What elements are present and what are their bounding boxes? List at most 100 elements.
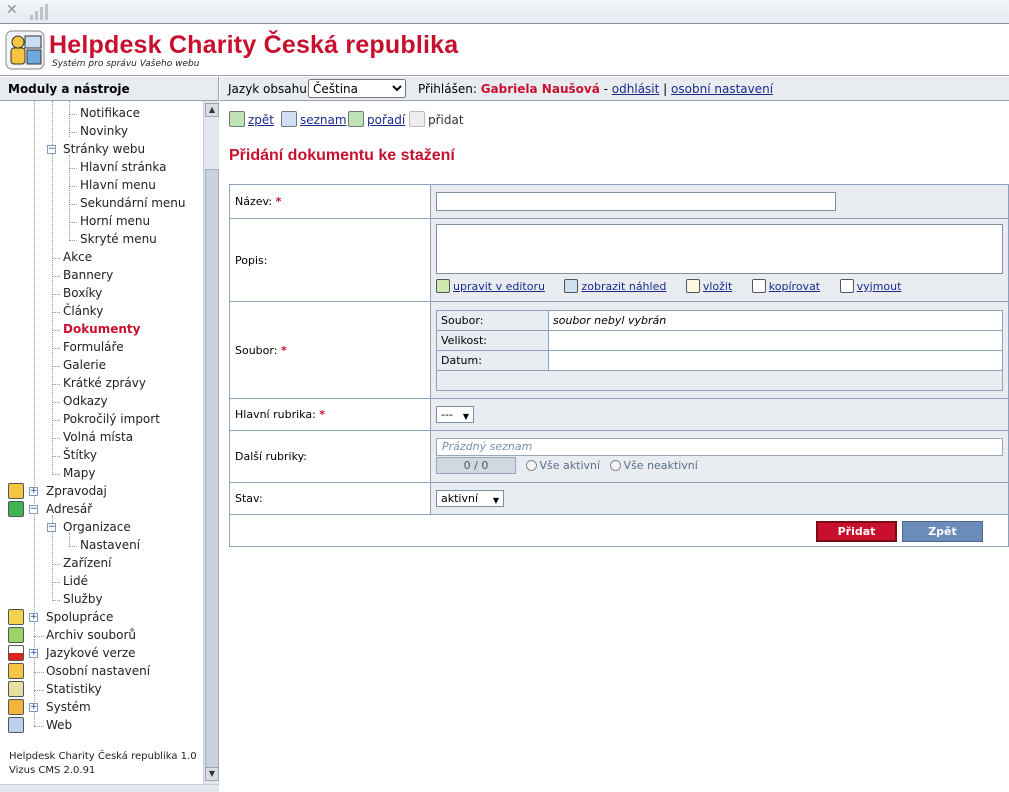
sidebar-item-sluzby[interactable]: Služby [63, 590, 103, 608]
file-label-cell: Soubor: * [229, 301, 431, 399]
arrow-left-icon [229, 111, 245, 127]
date-value [548, 349, 1003, 371]
sidebar-item-lide[interactable]: Lidé [63, 572, 88, 590]
chevron-down-icon: ▼ [492, 496, 499, 505]
sidebar-item-adresar[interactable]: Adresář [46, 500, 92, 518]
sidebar-item-novinky[interactable]: Novinky [80, 122, 128, 140]
list-tool[interactable]: seznam [281, 111, 347, 129]
user-settings-icon [8, 663, 24, 679]
insert-link[interactable]: vložit [703, 280, 732, 293]
sidebar-item-bannery[interactable]: Bannery [63, 266, 113, 284]
categories-listbox[interactable]: Prázdný seznam [436, 438, 1003, 456]
order-link[interactable]: pořadí [367, 113, 405, 127]
sidebar-item-boxiky[interactable]: Boxíky [63, 284, 102, 302]
list-link[interactable]: seznam [300, 113, 347, 127]
expand-toggle-icon[interactable]: + [29, 613, 38, 622]
sidebar-item-organizace[interactable]: Organizace [63, 518, 131, 536]
back-link[interactable]: zpět [248, 113, 274, 127]
sidebar-item-osobni-nastaveni[interactable]: Osobní nastavení [46, 662, 150, 680]
sidebar-item-archiv-souboru[interactable]: Archiv souborů [46, 626, 136, 644]
login-info: Přihlášen: Gabriela Naušová - odhlásit |… [418, 82, 773, 96]
file-upload-area[interactable] [436, 369, 1003, 391]
close-icon[interactable]: ✕ [6, 2, 18, 18]
editor-links: upravit v editoru zobrazit náhled vložit… [436, 278, 1003, 296]
scroll-down-icon[interactable]: ▼ [205, 767, 219, 781]
other-categories-label: Další rubriky: [235, 450, 307, 463]
sidebar-item-akce[interactable]: Akce [63, 248, 92, 266]
state-label: Stav: [235, 492, 263, 505]
file-info-table: Soubor: soubor nebyl vybrán Velikost: Da… [436, 309, 1003, 391]
show-preview-link[interactable]: zobrazit náhled [581, 280, 666, 293]
order-tool[interactable]: pořadí [348, 111, 405, 129]
sidebar-item-zarizeni[interactable]: Zařízení [63, 554, 111, 572]
size-label: Velikost: [436, 329, 549, 351]
file-status: soubor nebyl vybrán [548, 309, 1003, 331]
required-mark: * [319, 408, 326, 421]
name-label-cell: Název: * [229, 184, 431, 219]
sidebar-item-kratke-zpravy[interactable]: Krátké zprávy [63, 374, 146, 392]
statistics-icon [8, 681, 24, 697]
content-topbar: Jazyk obsahu: Čeština Přihlášen: Gabriel… [220, 77, 1009, 101]
sidebar-item-galerie[interactable]: Galerie [63, 356, 106, 374]
sidebar-item-dokumenty[interactable]: Dokumenty [63, 320, 140, 338]
sidebar-item-volna-mista[interactable]: Volná místa [63, 428, 133, 446]
personal-settings-link[interactable]: osobní nastavení [671, 82, 773, 96]
state-select[interactable]: aktivní ▼ [436, 490, 504, 507]
sidebar-item-stranky-webu[interactable]: Stránky webu [63, 140, 145, 158]
copy-link[interactable]: kopírovat [769, 280, 820, 293]
other-categories-field-cell: Prázdný seznam 0 / 0 Vše aktivní Vše nea… [430, 430, 1009, 483]
sidebar-item-statistiky[interactable]: Statistiky [46, 680, 102, 698]
logout-link[interactable]: odhlásit [612, 82, 660, 96]
required-mark: * [275, 195, 282, 208]
back-tool[interactable]: zpět [229, 111, 274, 129]
expand-toggle-icon[interactable]: + [29, 649, 38, 658]
sidebar-item-stitky[interactable]: Štítky [63, 446, 97, 464]
main-category-label: Hlavní rubrika: [235, 408, 316, 421]
sidebar-item-mapy[interactable]: Mapy [63, 464, 95, 482]
all-active-label: Vše aktivní [539, 459, 601, 472]
sidebar-item-zpravodaj[interactable]: Zpravodaj [46, 482, 107, 500]
cooperation-icon [8, 609, 24, 625]
required-mark: * [280, 343, 287, 357]
window-toolbar: ✕ [0, 0, 1009, 24]
expand-toggle-icon[interactable]: + [29, 487, 38, 496]
all-active-radio[interactable] [525, 460, 537, 471]
name-input[interactable] [436, 192, 836, 211]
sidebar-item-skryte-menu[interactable]: Skryté menu [80, 230, 157, 248]
sidebar-item-formulare[interactable]: Formuláře [63, 338, 124, 356]
sort-arrows-icon [348, 111, 364, 127]
sidebar-item-hlavni-menu[interactable]: Hlavní menu [80, 176, 156, 194]
sidebar-item-web[interactable]: Web [46, 716, 72, 734]
sidebar-item-clanky[interactable]: Články [63, 302, 103, 320]
sidebar-horizontal-scrollbar[interactable] [0, 784, 219, 792]
sidebar-item-notifikace[interactable]: Notifikace [80, 104, 140, 122]
language-select[interactable]: Čeština [308, 79, 406, 98]
sidebar-item-odkazy[interactable]: Odkazy [63, 392, 108, 410]
scrollbar-thumb[interactable] [205, 169, 219, 769]
all-inactive-radio[interactable] [609, 460, 621, 471]
sidebar-item-jazykove-verze[interactable]: Jazykové verze [46, 644, 136, 662]
file-field-cell: Soubor: soubor nebyl vybrán Velikost: Da… [430, 301, 1009, 399]
separator-pipe: | [663, 82, 668, 96]
sidebar-item-hlavni-stranka[interactable]: Hlavní stránka [80, 158, 167, 176]
sidebar-item-sekundarni-menu[interactable]: Sekundární menu [80, 194, 186, 212]
collapse-toggle-icon[interactable]: − [47, 523, 56, 532]
language-flag-icon [8, 645, 24, 661]
sidebar-item-pokrocily-import[interactable]: Pokročilý import [63, 410, 160, 428]
sidebar-item-nastaveni[interactable]: Nastavení [80, 536, 140, 554]
sidebar-item-system[interactable]: Systém [46, 698, 91, 716]
edit-in-editor-link[interactable]: upravit v editoru [453, 280, 545, 293]
collapse-toggle-icon[interactable]: − [47, 145, 56, 154]
expand-toggle-icon[interactable]: + [29, 703, 38, 712]
copy-icon [751, 279, 766, 293]
scroll-up-icon[interactable]: ▲ [205, 103, 219, 117]
main-category-select[interactable]: --- ▼ [436, 406, 474, 423]
sidebar-scrollbar[interactable]: ▲ ▼ [203, 101, 219, 784]
add-button[interactable]: Přidat [816, 521, 897, 542]
description-textarea[interactable] [436, 224, 1003, 274]
sidebar-item-spoluprace[interactable]: Spolupráce [46, 608, 113, 626]
sidebar-item-horni-menu[interactable]: Horní menu [80, 212, 150, 230]
cut-link[interactable]: vyjmout [857, 280, 902, 293]
back-button[interactable]: Zpět [902, 521, 983, 542]
collapse-toggle-icon[interactable]: − [29, 505, 38, 514]
